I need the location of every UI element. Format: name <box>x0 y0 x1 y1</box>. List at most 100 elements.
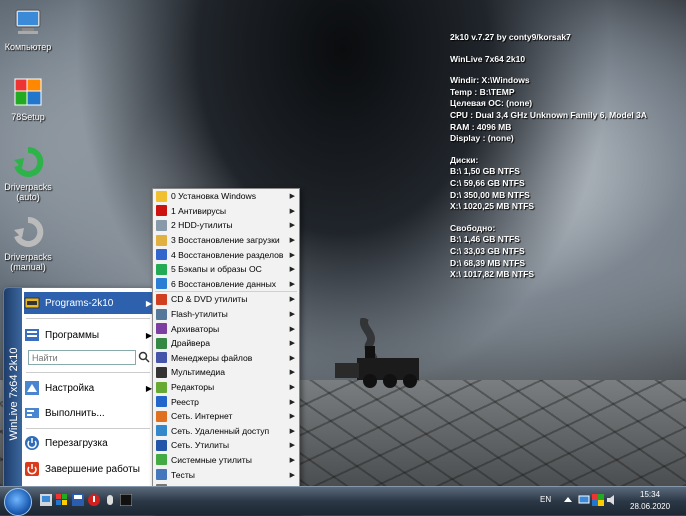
menu-item-label: Настройка <box>45 382 95 394</box>
submenu-item[interactable]: Flash-утилиты ▶ <box>153 307 299 322</box>
category-icon <box>156 454 167 466</box>
chevron-up-icon[interactable] <box>562 494 574 506</box>
submenu-item[interactable]: 5 Бэкапы и образы ОС ▶ <box>153 262 299 277</box>
submenu-item[interactable]: Сеть. Удаленный доступ ▶ <box>153 424 299 439</box>
submenu-item-label: Реестр <box>171 396 199 407</box>
submenu-item[interactable]: CD & DVD утилиты ▶ <box>153 292 299 307</box>
desktop-icon-78setup[interactable]: 78Setup <box>0 76 56 122</box>
windows-icon[interactable] <box>56 494 68 506</box>
chevron-right-icon: ▶ <box>289 442 295 450</box>
2k10-icon <box>24 297 40 309</box>
start-menu-side-banner: WinLive 7x64 2k10 <box>4 288 22 487</box>
info-disks-header: Диски: <box>450 154 479 165</box>
submenu-item-label: Сеть. Интернет <box>171 411 233 422</box>
menu-item-label: Выполнить... <box>45 407 105 419</box>
category-icon <box>156 337 167 349</box>
info-target-os: Целевая ОС: (none) <box>450 98 533 109</box>
submenu-item-label: Сеть. Утилиты <box>171 440 230 451</box>
chevron-right-icon: ▶ <box>289 369 295 377</box>
submenu-item-label: Архиваторы <box>171 323 220 334</box>
category-icon <box>156 219 167 231</box>
submenu-item-label: 6 Восстановление данных <box>171 278 277 289</box>
submenu-item-label: Драйвера <box>171 338 210 349</box>
category-icon <box>156 396 167 408</box>
save-icon[interactable] <box>72 494 84 506</box>
desktop-icon-driverpacks-manual[interactable]: Driverpacks (manual) <box>0 216 56 272</box>
category-icon <box>156 278 167 290</box>
submenu-item[interactable]: Тесты ▶ <box>153 467 299 482</box>
search-input[interactable] <box>28 350 136 365</box>
info-disk: C:\ 59,66 GB NTFS <box>450 177 525 188</box>
submenu-item[interactable]: 4 Восстановление разделов ▶ <box>153 247 299 262</box>
menu-item-programs-2k10[interactable]: Programs-2k10 ▶ <box>24 292 152 314</box>
info-display: Display : (none) <box>450 133 514 144</box>
train-image <box>335 318 419 388</box>
info-windir: Windir: X:\Windows <box>450 75 530 86</box>
submenu-item-label: 0 Установка Windows <box>171 191 257 202</box>
speaker-icon[interactable] <box>606 494 618 506</box>
menu-item-run[interactable]: Выполнить... <box>24 402 152 424</box>
submenu-item[interactable]: Реестр ▶ <box>153 394 299 409</box>
refresh-icon <box>14 146 44 177</box>
submenu-item-label: Редакторы <box>171 382 215 393</box>
desktop-icon-label: Driverpacks (manual) <box>4 252 52 272</box>
submenu-item[interactable]: 3 Восстановление загрузки ▶ <box>153 233 299 248</box>
info-free-header: Свободно: <box>450 222 496 233</box>
category-icon <box>156 366 167 378</box>
menu-item-settings[interactable]: Настройка ▶ <box>24 377 152 399</box>
category-icon <box>156 205 167 217</box>
category-icon <box>156 469 167 481</box>
desktop-icon-label: Driverpacks (auto) <box>4 182 52 202</box>
info-disk: X:\ 1020,25 MB NTFS <box>450 201 535 212</box>
clock-time[interactable]: 15:34 <box>640 490 660 499</box>
info-cpu: CPU : Dual 3,4 GHz Unknown Family 6, Mod… <box>450 109 647 120</box>
antivirus-icon[interactable] <box>88 494 100 506</box>
menu-item-reboot[interactable]: Перезагрузка <box>24 432 152 454</box>
chevron-right-icon: ▶ <box>289 340 295 348</box>
submenu-item[interactable]: 1 Антивирусы ▶ <box>153 204 299 219</box>
mouse-icon[interactable] <box>104 494 116 506</box>
chevron-right-icon: ▶ <box>289 296 295 304</box>
submenu-item[interactable]: Менеджеры файлов ▶ <box>153 351 299 366</box>
clock-date[interactable]: 28.06.2020 <box>630 502 670 511</box>
chevron-right-icon: ▶ <box>289 456 295 464</box>
category-icon <box>156 439 167 451</box>
submenu-item[interactable]: Системные утилиты ▶ <box>153 453 299 468</box>
info-free: X:\ 1017,82 MB NTFS <box>450 269 535 280</box>
submenu-item[interactable]: 2 HDD-утилиты ▶ <box>153 218 299 233</box>
submenu-item[interactable]: Сеть. Утилиты ▶ <box>153 438 299 453</box>
submenu-item[interactable]: Мультимедиа ▶ <box>153 365 299 380</box>
submenu-item[interactable]: Драйвера ▶ <box>153 336 299 351</box>
explorer-icon[interactable] <box>40 494 52 506</box>
submenu-item-label: 3 Восстановление загрузки <box>171 235 280 246</box>
display-icon[interactable] <box>592 494 604 506</box>
chevron-right-icon: ▶ <box>289 471 295 479</box>
info-temp: Temp : B:\TEMP <box>450 86 515 97</box>
menu-item-label: Программы <box>45 329 100 341</box>
submenu-item-label: Сеть. Удаленный доступ <box>171 425 270 436</box>
submenu-item[interactable]: Сеть. Интернет ▶ <box>153 409 299 424</box>
desktop-icon-driverpacks-auto[interactable]: Driverpacks (auto) <box>0 146 56 202</box>
language-indicator[interactable]: EN <box>540 495 551 504</box>
search-icon[interactable] <box>138 350 150 365</box>
run-icon <box>25 408 39 418</box>
refresh-gray-icon <box>14 216 44 247</box>
submenu-item[interactable]: Редакторы ▶ <box>153 380 299 395</box>
chevron-right-icon: ▶ <box>289 193 295 201</box>
submenu-item[interactable]: 0 Установка Windows ▶ <box>153 189 299 204</box>
category-icon <box>156 263 167 275</box>
menu-item-shutdown[interactable]: Завершение работы <box>24 458 152 480</box>
desktop-icon-computer[interactable]: Компьютер <box>0 6 56 52</box>
submenu-item-label: 5 Бэкапы и образы ОС <box>171 264 262 275</box>
chevron-right-icon: ▶ <box>289 280 295 288</box>
console-icon[interactable] <box>120 494 132 506</box>
start-button[interactable] <box>4 488 32 516</box>
chevron-right-icon: ▶ <box>289 384 295 392</box>
menu-item-programs[interactable]: Программы ▶ <box>24 324 152 346</box>
submenu-item[interactable]: 6 Восстановление данных ▶ <box>153 277 299 292</box>
submenu-item[interactable]: Архиваторы ▶ <box>153 321 299 336</box>
info-free: D:\ 68,39 MB NTFS <box>450 257 526 268</box>
menu-item-label: Programs-2k10 <box>45 297 114 309</box>
network-icon[interactable] <box>578 494 590 506</box>
chevron-right-icon: ▶ <box>289 427 295 435</box>
